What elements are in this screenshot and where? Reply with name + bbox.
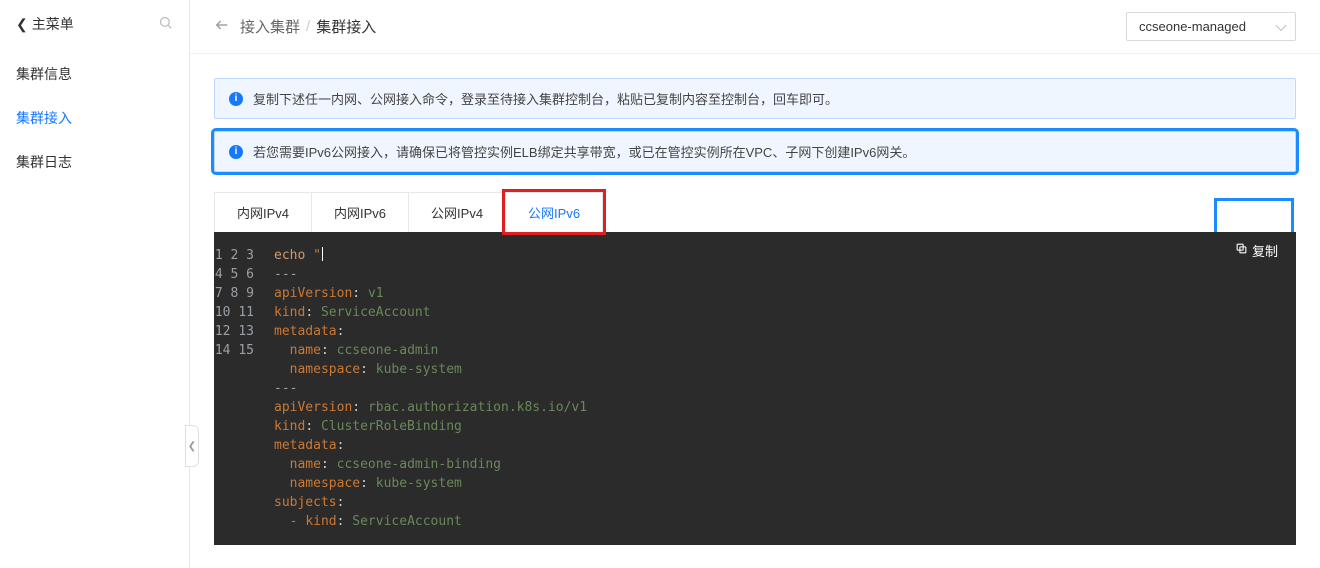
main: 接入集群 / 集群接入 ccseone-managed i 复制下述任一内网、公…	[190, 0, 1320, 568]
info-icon: i	[229, 145, 243, 159]
sidebar-nav: 集群信息 集群接入 集群日志	[0, 48, 189, 188]
breadcrumb: 接入集群 / 集群接入	[214, 16, 376, 37]
chevron-left-icon: ❮	[16, 16, 28, 33]
chevron-left-icon: ❮	[188, 441, 196, 452]
main-menu-label: 主菜单	[32, 14, 74, 34]
code-line-numbers: 1 2 3 4 5 6 7 8 9 10 11 12 13 14 15	[214, 232, 264, 545]
tab-public-ipv4[interactable]: 公网IPv4	[408, 192, 506, 232]
main-menu-back[interactable]: ❮ 主菜单	[16, 14, 74, 34]
code-block: 复制 1 2 3 4 5 6 7 8 9 10 11 12 13 14 15 e…	[214, 232, 1296, 545]
alert-info-2: i 若您需要IPv6公网接入，请确保已将管控实例ELB绑定共享带宽，或已在管控实…	[214, 131, 1296, 172]
sidebar-item-cluster-access[interactable]: 集群接入	[0, 96, 189, 140]
alert-info-1: i 复制下述任一内网、公网接入命令，登录至待接入集群控制台，粘贴已复制内容至控制…	[214, 78, 1296, 119]
copy-button-label: 复制	[1252, 241, 1278, 260]
cluster-selector-value: ccseone-managed	[1139, 19, 1246, 34]
sidebar-collapse-handle[interactable]: ❮	[185, 425, 199, 467]
sidebar-item-cluster-logs[interactable]: 集群日志	[0, 140, 189, 184]
cluster-selector[interactable]: ccseone-managed	[1126, 12, 1296, 41]
alert-text-1: 复制下述任一内网、公网接入命令，登录至待接入集群控制台，粘贴已复制内容至控制台，…	[253, 89, 838, 108]
sidebar: ❮ 主菜单 集群信息 集群接入 集群日志	[0, 0, 190, 568]
tab-intranet-ipv4[interactable]: 内网IPv4	[214, 192, 312, 232]
copy-button[interactable]: 复制	[1227, 232, 1286, 268]
tabs: 内网IPv4 内网IPv6 公网IPv4 公网IPv6	[214, 192, 1296, 232]
tab-intranet-ipv6[interactable]: 内网IPv6	[311, 192, 409, 232]
tab-public-ipv6[interactable]: 公网IPv6	[505, 192, 603, 232]
breadcrumb-parent[interactable]: 接入集群	[240, 16, 300, 37]
search-icon[interactable]	[158, 15, 173, 33]
content: i 复制下述任一内网、公网接入命令，登录至待接入集群控制台，粘贴已复制内容至控制…	[190, 54, 1320, 568]
copy-icon	[1235, 242, 1248, 258]
alert-text-2: 若您需要IPv6公网接入，请确保已将管控实例ELB绑定共享带宽，或已在管控实例所…	[253, 142, 915, 161]
info-icon: i	[229, 92, 243, 106]
breadcrumb-current: 集群接入	[316, 16, 376, 37]
code-content[interactable]: echo " --- apiVersion: v1 kind: ServiceA…	[264, 232, 1296, 545]
back-arrow-icon[interactable]	[214, 17, 230, 36]
breadcrumb-separator: /	[306, 18, 310, 35]
topbar: 接入集群 / 集群接入 ccseone-managed	[190, 0, 1320, 54]
sidebar-header: ❮ 主菜单	[0, 0, 189, 48]
sidebar-item-cluster-info[interactable]: 集群信息	[0, 52, 189, 96]
